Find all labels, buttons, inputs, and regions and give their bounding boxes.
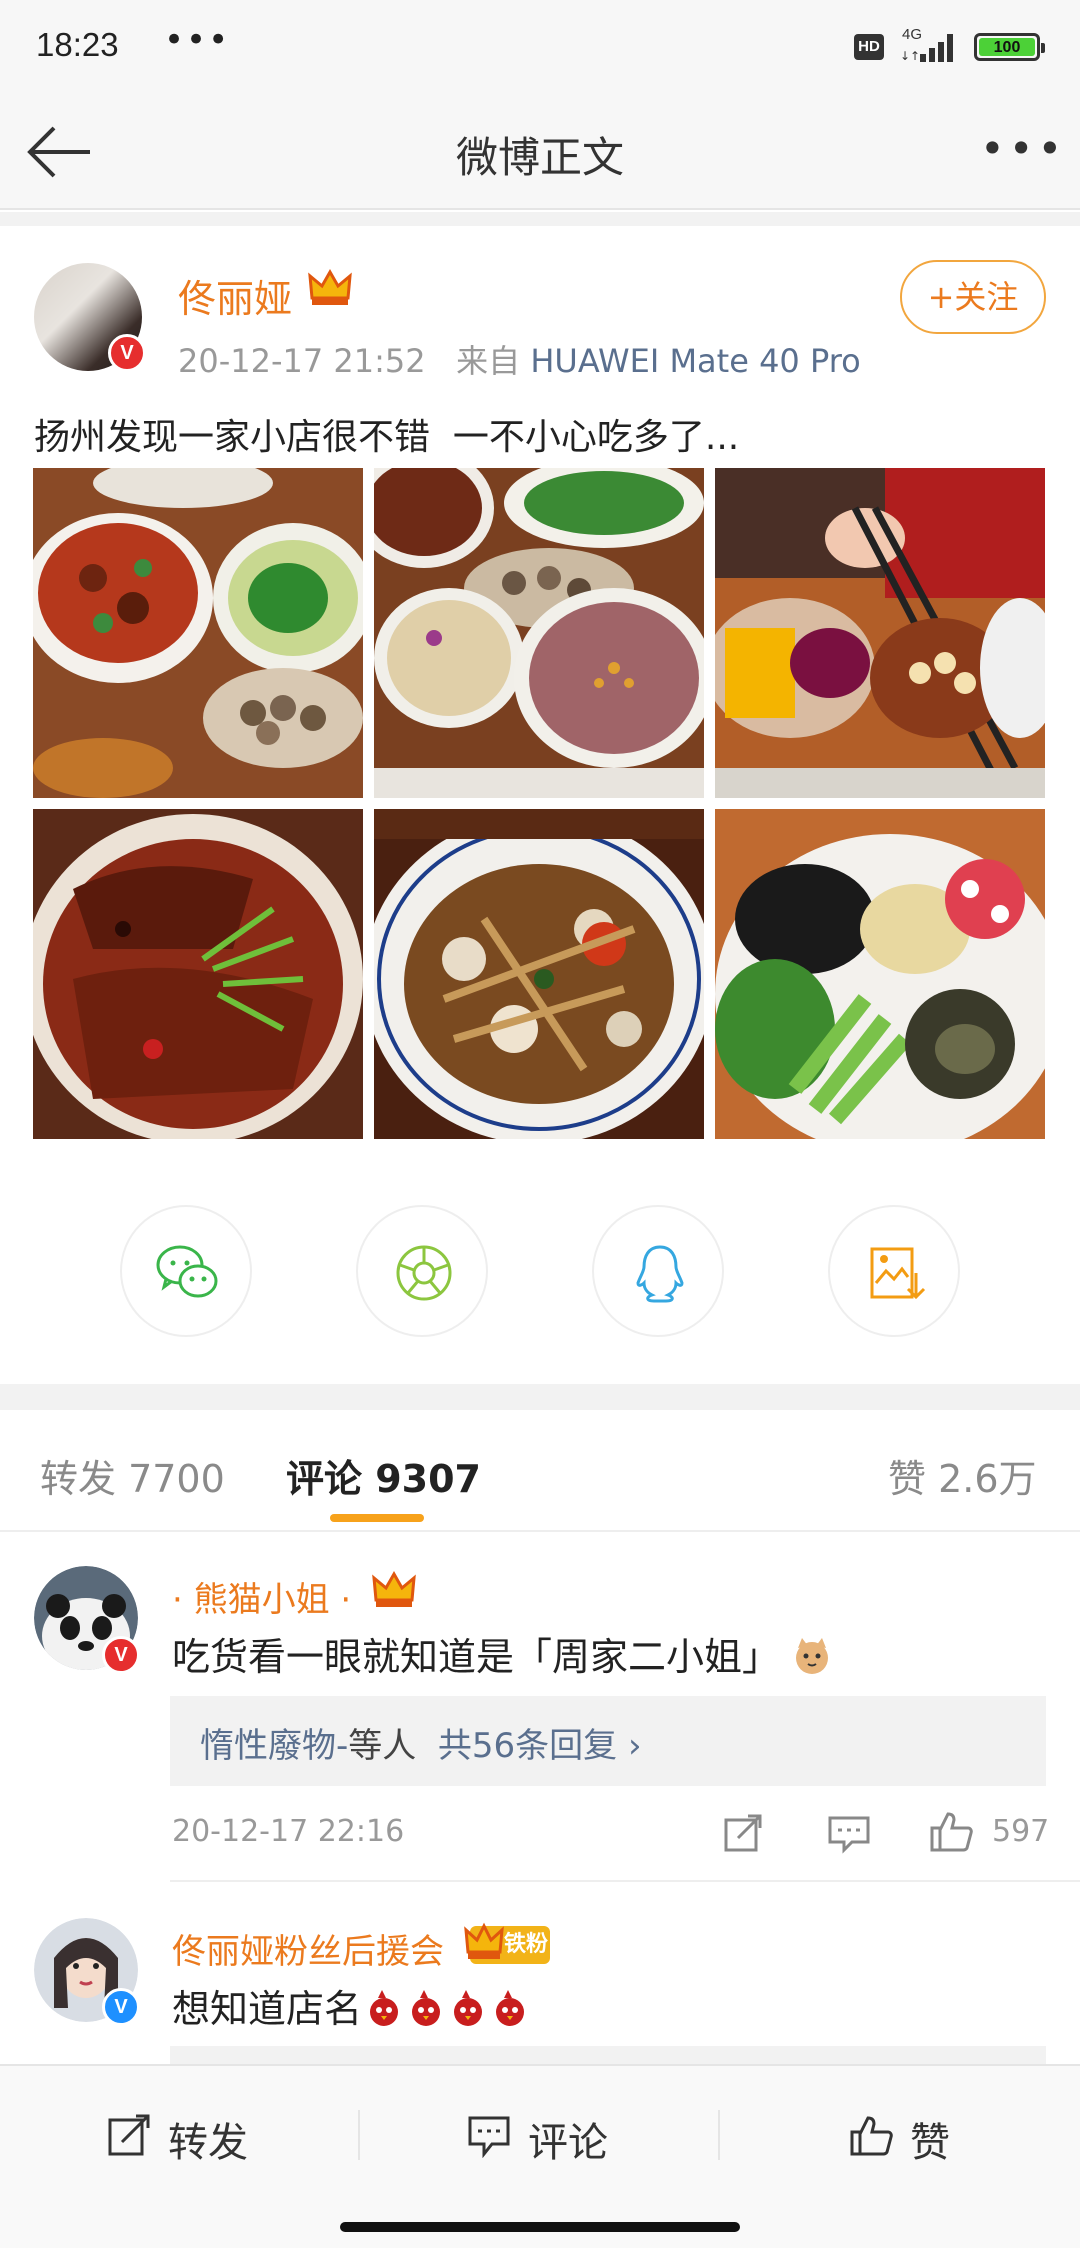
home-indicator[interactable]: [340, 2222, 740, 2232]
reply-mid: 等人: [348, 1726, 417, 1766]
crown-icon: [308, 268, 352, 305]
tab-repost[interactable]: 转发 7700: [40, 1448, 225, 1503]
comment-button[interactable]: 评论: [466, 2110, 646, 2166]
angry-bird-emoji-icon: [496, 1990, 525, 2026]
photo-6[interactable]: [715, 809, 1045, 1139]
fan-badge: 铁粉: [464, 1922, 550, 1964]
tab-likes[interactable]: 赞 2.6万: [888, 1448, 1037, 1503]
verified-badge-icon: V: [102, 1988, 140, 2026]
angry-bird-emoji-icon: [454, 1990, 483, 2026]
angry-bird-emoji-icon: [370, 1990, 399, 2026]
fan-badge-label: 铁粉: [504, 1932, 549, 1957]
bottom-bar-divider: [358, 2110, 360, 2160]
repost-label: 转发: [168, 2120, 248, 2166]
bottom-bar-divider: [718, 2110, 720, 2160]
section-gap: [0, 212, 1080, 226]
wechat-icon: [156, 1245, 218, 1298]
comment-text: 想知道店名: [172, 1978, 530, 2033]
crown-icon: [372, 1570, 416, 1607]
post-source[interactable]: HUAWEI Mate 40 Pro: [530, 342, 860, 380]
tab-comments[interactable]: 评论 9307: [286, 1448, 481, 1503]
verified-badge-icon: V: [102, 1636, 140, 1674]
commenter-name[interactable]: · 熊猫小姐 ·: [172, 1572, 351, 1621]
more-icon[interactable]: •••: [980, 124, 1062, 180]
comment-text: 吃货看一眼就知道是「周家二小姐」: [172, 1626, 832, 1681]
section-gap: [0, 1384, 1080, 1410]
share-row: [0, 1205, 1080, 1341]
post-source-prefix: 来自: [456, 342, 521, 380]
share-icon[interactable]: [720, 1810, 766, 1856]
reply-user[interactable]: 惰性廢物-: [200, 1726, 348, 1766]
comment-text-content: 想知道店名: [172, 1987, 363, 2031]
battery-level: 100: [979, 38, 1035, 56]
like-icon: [850, 2116, 893, 2156]
post-meta: 20-12-17 21:52 来自 HUAWEI Mate 40 Pro: [178, 336, 861, 382]
nav-bar: 微博正文 •••: [0, 96, 1080, 210]
hd-badge: HD: [854, 34, 884, 60]
comment-time: 20-12-17 22:16: [172, 1814, 405, 1849]
save-image-button[interactable]: [828, 1205, 960, 1337]
repost-icon: [108, 2114, 150, 2156]
comment-divider: [170, 1880, 1080, 1882]
save-image-icon: [870, 1247, 926, 1300]
commenter-name[interactable]: 佟丽娅粉丝后援会: [172, 1924, 444, 1973]
repost-button[interactable]: 转发: [106, 2110, 286, 2166]
qq-icon: [636, 1245, 684, 1303]
author-name[interactable]: 佟丽娅: [178, 268, 292, 323]
tab-active-indicator: [330, 1514, 424, 1522]
qq-share-button[interactable]: [592, 1205, 724, 1337]
signal-icon: ↓↑: [900, 34, 953, 63]
comment-text-content: 吃货看一眼就知道是「周家二小姐」: [172, 1635, 781, 1679]
moments-share-button[interactable]: [356, 1205, 488, 1337]
photo-1[interactable]: [33, 468, 363, 798]
post-timestamp: 20-12-17 21:52: [178, 342, 426, 380]
comment-icon: [468, 2116, 510, 2158]
photo-2[interactable]: [374, 468, 704, 798]
like-button[interactable]: 赞: [848, 2110, 988, 2166]
chevron-right-icon: ›: [627, 1726, 642, 1766]
post-text: 扬州发现一家小店很不错 一不小心吃多了...: [34, 417, 740, 458]
like-label: 赞: [910, 2120, 950, 2166]
photo-5[interactable]: [374, 809, 704, 1139]
reply-preview-text: 惰性廢物-等人 共56条回复 ›: [200, 1718, 642, 1767]
engagement-tabs: 转发 7700 评论 9307 赞 2.6万: [0, 1412, 1080, 1532]
photo-grid: [33, 468, 1046, 1140]
status-time: 18:23: [36, 26, 119, 63]
like-icon[interactable]: [928, 1808, 974, 1854]
crown-icon: [464, 1922, 504, 1959]
follow-button[interactable]: +关注: [900, 260, 1046, 334]
like-count: 597: [992, 1814, 1050, 1849]
photo-4[interactable]: [33, 809, 363, 1139]
svg-text:↓↑: ↓↑: [900, 49, 920, 63]
photo-3[interactable]: [715, 468, 1045, 798]
reply-preview[interactable]: 惰性廢物-等人 共56条回复 ›: [170, 1696, 1046, 1786]
reply-count[interactable]: 共56条回复: [438, 1726, 617, 1766]
status-bar: 18:23 ••• HD 4G ↓↑ 100: [0, 0, 1080, 96]
moments-icon: [396, 1245, 452, 1301]
angry-bird-emoji-icon: [412, 1990, 441, 2026]
bottom-action-bar: 转发 评论 赞: [0, 2064, 1080, 2248]
comment-icon[interactable]: [826, 1810, 872, 1856]
verified-badge-icon: V: [108, 334, 146, 372]
status-overflow-icon: •••: [164, 20, 231, 60]
battery-icon: 100: [974, 33, 1045, 61]
cat-emoji-icon: [796, 1638, 829, 1674]
wechat-share-button[interactable]: [120, 1205, 252, 1337]
page-title: 微博正文: [455, 133, 624, 182]
comment-label: 评论: [528, 2120, 608, 2166]
